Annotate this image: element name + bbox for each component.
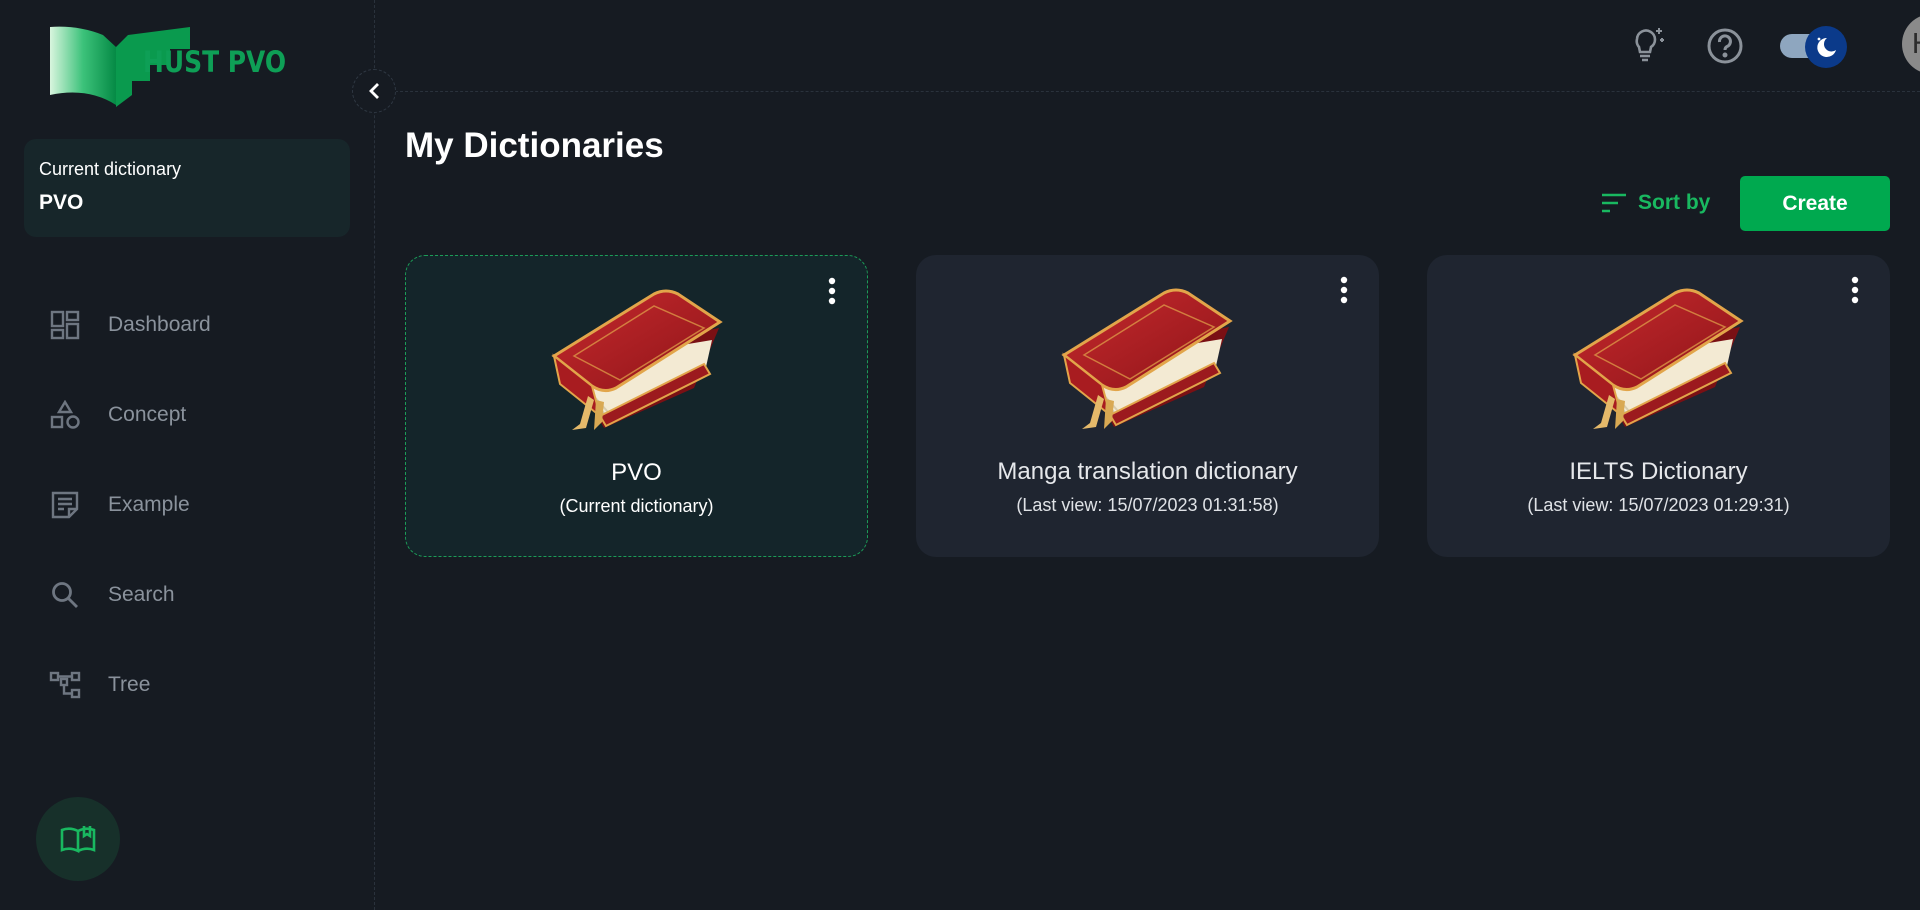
sort-icon [1602,193,1626,213]
sidebar-item-label: Dashboard [108,313,211,336]
header-divider [375,91,1920,92]
brand-name: HUST PVO [143,45,287,79]
sidebar-item-tree[interactable]: Tree [48,640,211,730]
sidebar-item-concept[interactable]: Concept [48,370,211,460]
help-button[interactable] [1705,26,1745,66]
dictionary-fab-button[interactable] [36,797,120,881]
logo[interactable]: HUST PVO [48,25,309,107]
more-vertical-icon[interactable] [1848,275,1862,309]
tree-icon [48,668,82,702]
sidebar-item-label: Concept [108,403,187,426]
sidebar-item-label: Tree [108,673,151,696]
sidebar-item-label: Search [108,583,175,606]
dictionary-card[interactable]: PVO (Current dictionary) [405,255,868,557]
collapse-sidebar-button[interactable] [352,69,396,113]
help-circle-icon [1707,28,1743,64]
sidebar-item-label: Example [108,493,190,516]
book-icon [1054,287,1240,437]
sort-by-label: Sort by [1638,191,1711,214]
note-icon [48,488,82,522]
book-icon [1565,287,1751,437]
book-icon [544,288,730,438]
dictionary-card[interactable]: IELTS Dictionary (Last view: 15/07/2023 … [1427,255,1890,557]
page-title: My Dictionaries [405,126,664,165]
tips-button[interactable] [1625,22,1669,66]
sidebar-item-dashboard[interactable]: Dashboard [48,280,211,370]
dictionary-subtitle: (Current dictionary) [559,496,714,516]
dictionary-name: Manga translation dictionary [997,458,1298,485]
search-icon [48,578,82,612]
dictionary-subtitle: (Last view: 15/07/2023 01:29:31) [1527,495,1790,515]
current-dictionary-card[interactable]: Current dictionary PVO [24,139,350,237]
sidebar-nav: Dashboard Concept Example Search Tree [48,280,211,730]
dictionary-name: PVO [611,459,662,486]
more-vertical-icon[interactable] [825,276,839,310]
moon-icon [1817,37,1836,57]
create-button[interactable]: Create [1740,176,1890,231]
theme-toggle[interactable] [1778,26,1848,68]
header-actions: HP [1500,12,1920,78]
more-vertical-icon[interactable] [1337,275,1351,309]
chevron-left-icon [369,83,379,99]
dashboard-icon [48,308,82,342]
dictionary-card[interactable]: Manga translation dictionary (Last view:… [916,255,1379,557]
current-dictionary-value: PVO [39,191,84,214]
dictionary-subtitle: (Last view: 15/07/2023 01:31:58) [1016,495,1279,515]
sort-by-button[interactable]: Sort by [1600,188,1710,218]
open-book-icon [60,826,96,854]
theme-toggle-knob [1805,26,1847,68]
app-root: HUST PVO Current dictionary PVO Dashboar… [0,0,1920,910]
lightbulb-icon [1635,28,1664,62]
current-dictionary-label: Current dictionary [39,159,182,179]
shapes-icon [48,398,82,432]
user-avatar[interactable]: HP [1902,14,1920,74]
sidebar-item-search[interactable]: Search [48,550,211,640]
sidebar: HUST PVO Current dictionary PVO Dashboar… [0,0,375,910]
dictionary-name: IELTS Dictionary [1569,458,1748,485]
sidebar-item-example[interactable]: Example [48,460,211,550]
